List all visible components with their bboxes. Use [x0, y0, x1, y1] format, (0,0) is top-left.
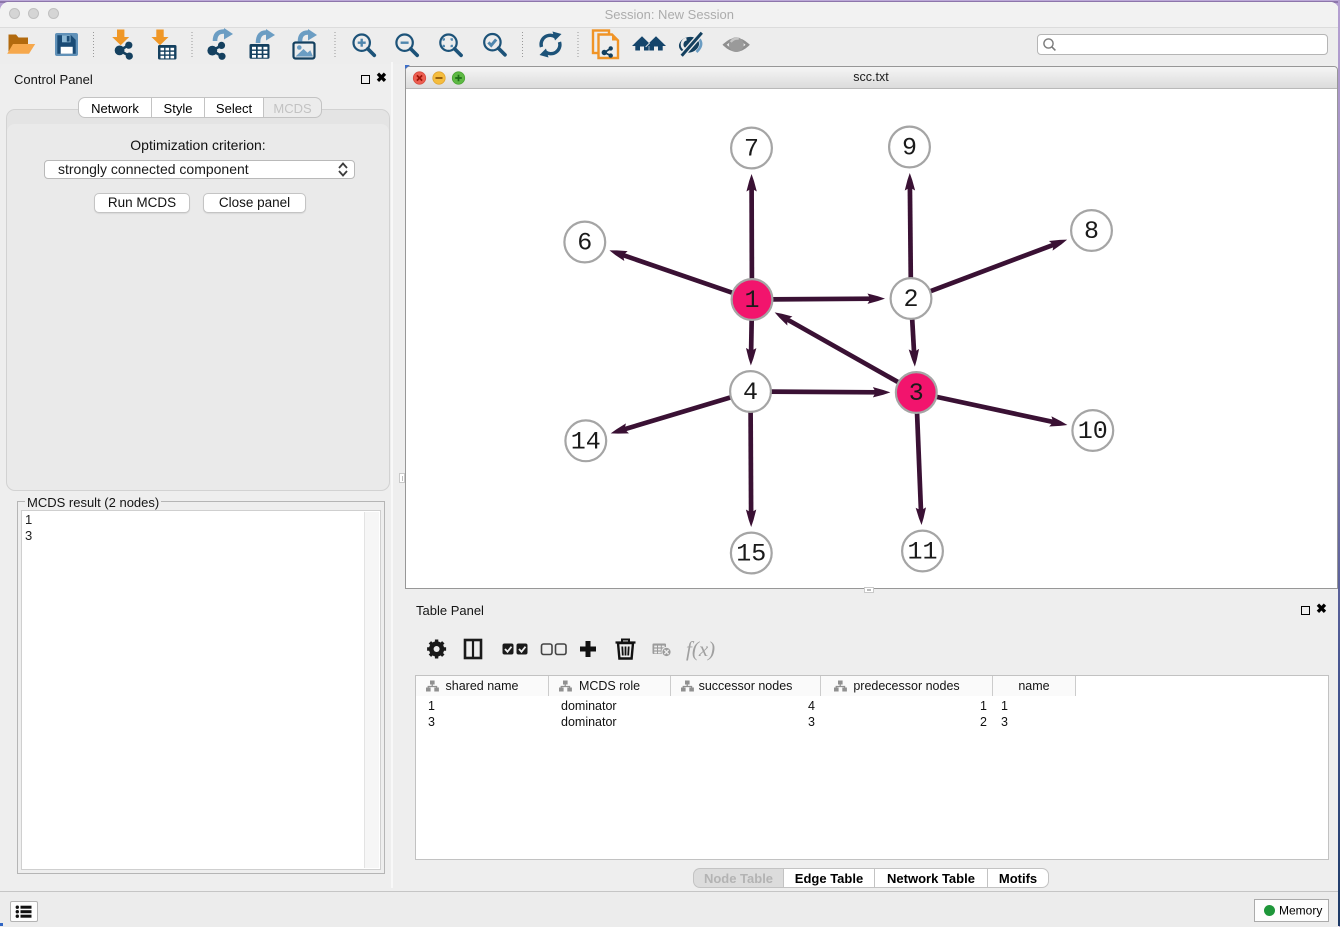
svg-text:11: 11 — [907, 538, 937, 567]
svg-text:14: 14 — [570, 428, 600, 457]
svg-text:15: 15 — [736, 540, 766, 569]
svg-text:3: 3 — [908, 379, 923, 408]
svg-text:9: 9 — [901, 134, 916, 163]
svg-text:7: 7 — [743, 135, 758, 164]
svg-text:4: 4 — [742, 378, 757, 407]
svg-text:1: 1 — [744, 286, 759, 315]
svg-text:10: 10 — [1077, 417, 1107, 446]
svg-text:8: 8 — [1083, 217, 1098, 246]
svg-text:2: 2 — [903, 285, 918, 314]
svg-text:6: 6 — [577, 229, 592, 258]
svg-text:f(x): f(x) — [686, 637, 715, 661]
